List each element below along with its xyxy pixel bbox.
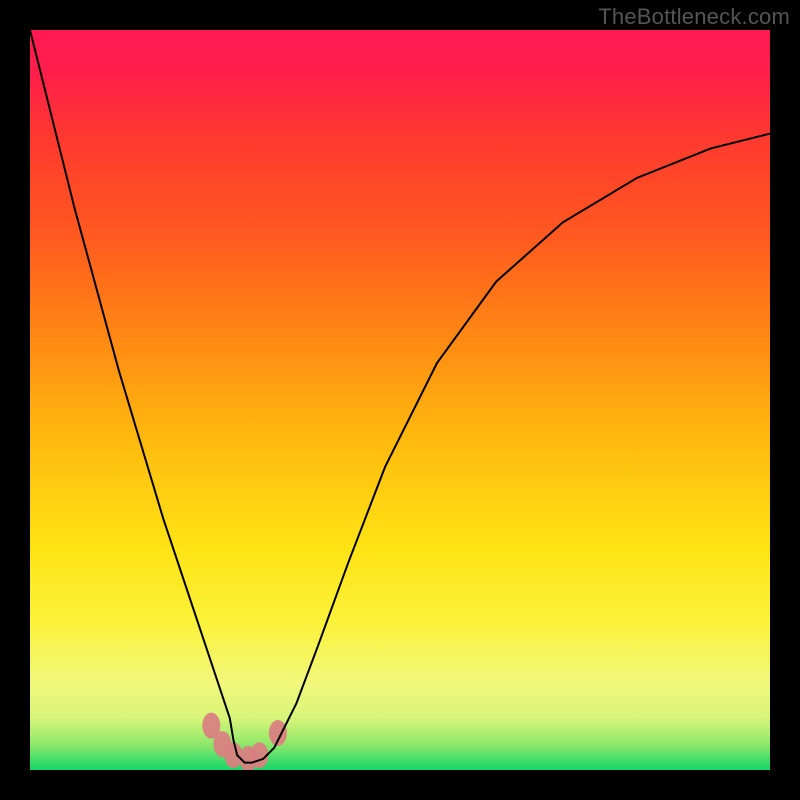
chart-background xyxy=(30,30,770,770)
chart-svg xyxy=(30,30,770,770)
watermark-text: TheBottleneck.com xyxy=(598,4,790,30)
app-frame: TheBottleneck.com xyxy=(0,0,800,800)
bottleneck-chart xyxy=(30,30,770,770)
